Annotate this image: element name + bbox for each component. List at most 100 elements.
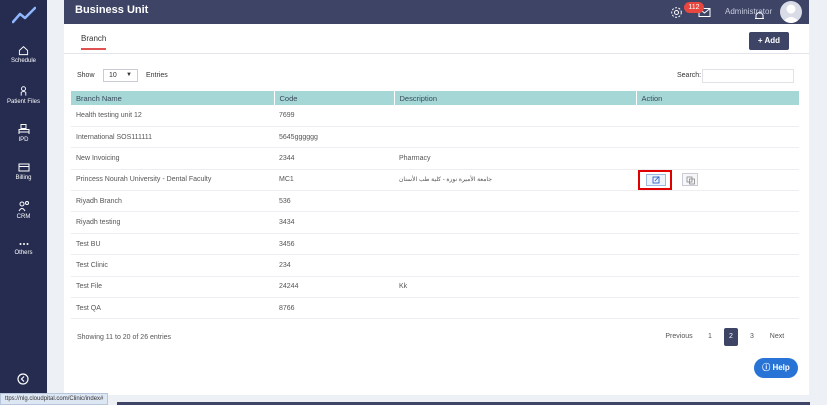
branch-name-cell: Princess Nourah University - Dental Facu… xyxy=(71,169,274,192)
edit-icon xyxy=(646,173,666,186)
plus-icon: + xyxy=(757,36,763,45)
sidebar-item-label: Others xyxy=(14,250,33,256)
crm-icon xyxy=(18,201,29,212)
table-row: New Invoicing 2344 Pharmacy xyxy=(71,147,799,170)
action-cell xyxy=(636,254,799,277)
sidebar-item-label: Patient Files xyxy=(6,99,40,105)
sidebar-item-crm[interactable]: CRM xyxy=(0,200,47,220)
sidebar-item-ipd[interactable]: IPD xyxy=(0,123,47,143)
branch-name-cell: Riyadh testing xyxy=(71,211,274,234)
next-button[interactable]: Next xyxy=(765,328,789,346)
action-cell xyxy=(636,126,799,149)
action-cell xyxy=(636,297,799,320)
description-cell: جامعة الأميرة نورة - كلية طب الأسنان xyxy=(394,169,636,192)
sidebar-item-schedule[interactable]: Schedule xyxy=(0,45,47,64)
avatar[interactable] xyxy=(780,1,802,23)
sidebar-item-others[interactable]: Others xyxy=(0,240,47,256)
table-row: Riyadh Branch 536 xyxy=(71,190,799,213)
page-size-value: 10 xyxy=(109,72,117,79)
page-title: Business Unit xyxy=(75,4,149,16)
table-row: International SOS111111 5645gggggg xyxy=(71,126,799,149)
content-card: Branch + Add Show 10 ▼ Entries Search: B… xyxy=(64,24,809,395)
column-header-description[interactable]: Description xyxy=(393,91,636,105)
question-icon: ⓘ xyxy=(762,363,771,372)
search-label: Search: xyxy=(677,72,702,79)
branch-name-cell: Health testing unit 12 xyxy=(71,105,274,127)
action-cell xyxy=(636,276,799,299)
action-cell xyxy=(636,190,799,213)
table-row: Test BU 3456 xyxy=(71,233,799,256)
description-cell xyxy=(394,126,636,149)
code-cell: 5645gggggg xyxy=(274,126,394,149)
collapse-icon[interactable] xyxy=(13,369,33,389)
table-row: Princess Nourah University - Dental Facu… xyxy=(71,169,799,192)
description-cell xyxy=(394,254,636,277)
branch-name-cell: New Invoicing xyxy=(71,147,274,170)
sidebar-item-patient-files[interactable]: Patient Files xyxy=(0,85,47,105)
top-header: Business Unit 112 Administrator xyxy=(64,0,809,24)
action-cell xyxy=(636,211,799,234)
description-cell xyxy=(394,211,636,234)
sidebar-item-label: IPD xyxy=(18,137,29,143)
logo-icon xyxy=(12,6,36,24)
user-name[interactable]: Administrator xyxy=(725,7,772,16)
description-cell xyxy=(394,233,636,256)
code-cell: MC1 xyxy=(274,169,394,192)
help-button[interactable]: ⓘ Help xyxy=(754,358,798,378)
code-cell: 2344 xyxy=(274,147,394,170)
tab-branch[interactable]: Branch xyxy=(81,34,107,50)
table-row: Test QA 8766 xyxy=(71,297,799,320)
page-2-button[interactable]: 2 xyxy=(724,328,738,346)
description-cell xyxy=(394,297,636,320)
table-row: Health testing unit 12 7699 xyxy=(71,105,799,127)
edit-button[interactable] xyxy=(638,169,672,190)
help-label: Help xyxy=(772,363,790,372)
add-button[interactable]: + Add xyxy=(749,32,789,50)
code-cell: 536 xyxy=(274,190,394,213)
column-header-action: Action xyxy=(635,91,799,105)
branch-table: Branch Name Code Description Action Heal… xyxy=(71,91,799,320)
table-row: Test Clinic 234 xyxy=(71,254,799,277)
action-cell xyxy=(636,105,799,127)
sidebar-item-billing[interactable]: Billing xyxy=(0,162,47,181)
table-row: Riyadh testing 3434 xyxy=(71,211,799,234)
code-cell: 234 xyxy=(274,254,394,277)
billing-icon xyxy=(18,163,29,172)
code-cell: 3434 xyxy=(274,211,394,234)
copy-icon xyxy=(686,176,695,185)
search-input[interactable] xyxy=(702,69,794,83)
description-cell: Pharmacy xyxy=(394,147,636,170)
action-cell xyxy=(636,169,799,192)
branch-name-cell: International SOS111111 xyxy=(71,126,274,149)
column-header-code[interactable]: Code xyxy=(273,91,394,105)
branch-name-cell: Riyadh Branch xyxy=(71,190,274,213)
copy-button[interactable] xyxy=(681,173,698,187)
branch-name-cell: Test BU xyxy=(71,233,274,256)
code-cell: 24244 xyxy=(274,276,394,299)
sidebar-item-label: Billing xyxy=(15,175,32,181)
person-icon xyxy=(20,86,27,96)
table-header-row: Branch Name Code Description Action xyxy=(71,91,799,105)
code-cell: 3456 xyxy=(274,233,394,256)
description-cell xyxy=(394,105,636,127)
user-icon xyxy=(782,4,800,23)
table-info: Showing 11 to 20 of 26 entries xyxy=(77,334,172,341)
more-icon xyxy=(19,243,28,245)
branch-name-cell: Test File xyxy=(71,276,274,299)
page-1-button[interactable]: 1 xyxy=(703,328,717,346)
bed-icon xyxy=(18,124,29,134)
page-size-select[interactable]: 10 ▼ xyxy=(103,69,138,82)
code-cell: 7699 xyxy=(274,105,394,127)
column-header-branch-name[interactable]: Branch Name xyxy=(71,91,274,105)
divider xyxy=(64,53,809,54)
sidebar: Schedule Patient Files IPD Billing CRM O… xyxy=(0,0,47,405)
sidebar-item-label: Schedule xyxy=(10,58,37,64)
gear-icon[interactable] xyxy=(670,6,683,19)
caret-down-icon: ▼ xyxy=(126,72,132,78)
branch-name-cell: Test Clinic xyxy=(71,254,274,277)
branch-name-cell: Test QA xyxy=(71,297,274,320)
action-cell xyxy=(636,233,799,256)
previous-button[interactable]: Previous xyxy=(662,328,696,346)
page-3-button[interactable]: 3 xyxy=(745,328,759,346)
home-icon xyxy=(18,46,29,56)
